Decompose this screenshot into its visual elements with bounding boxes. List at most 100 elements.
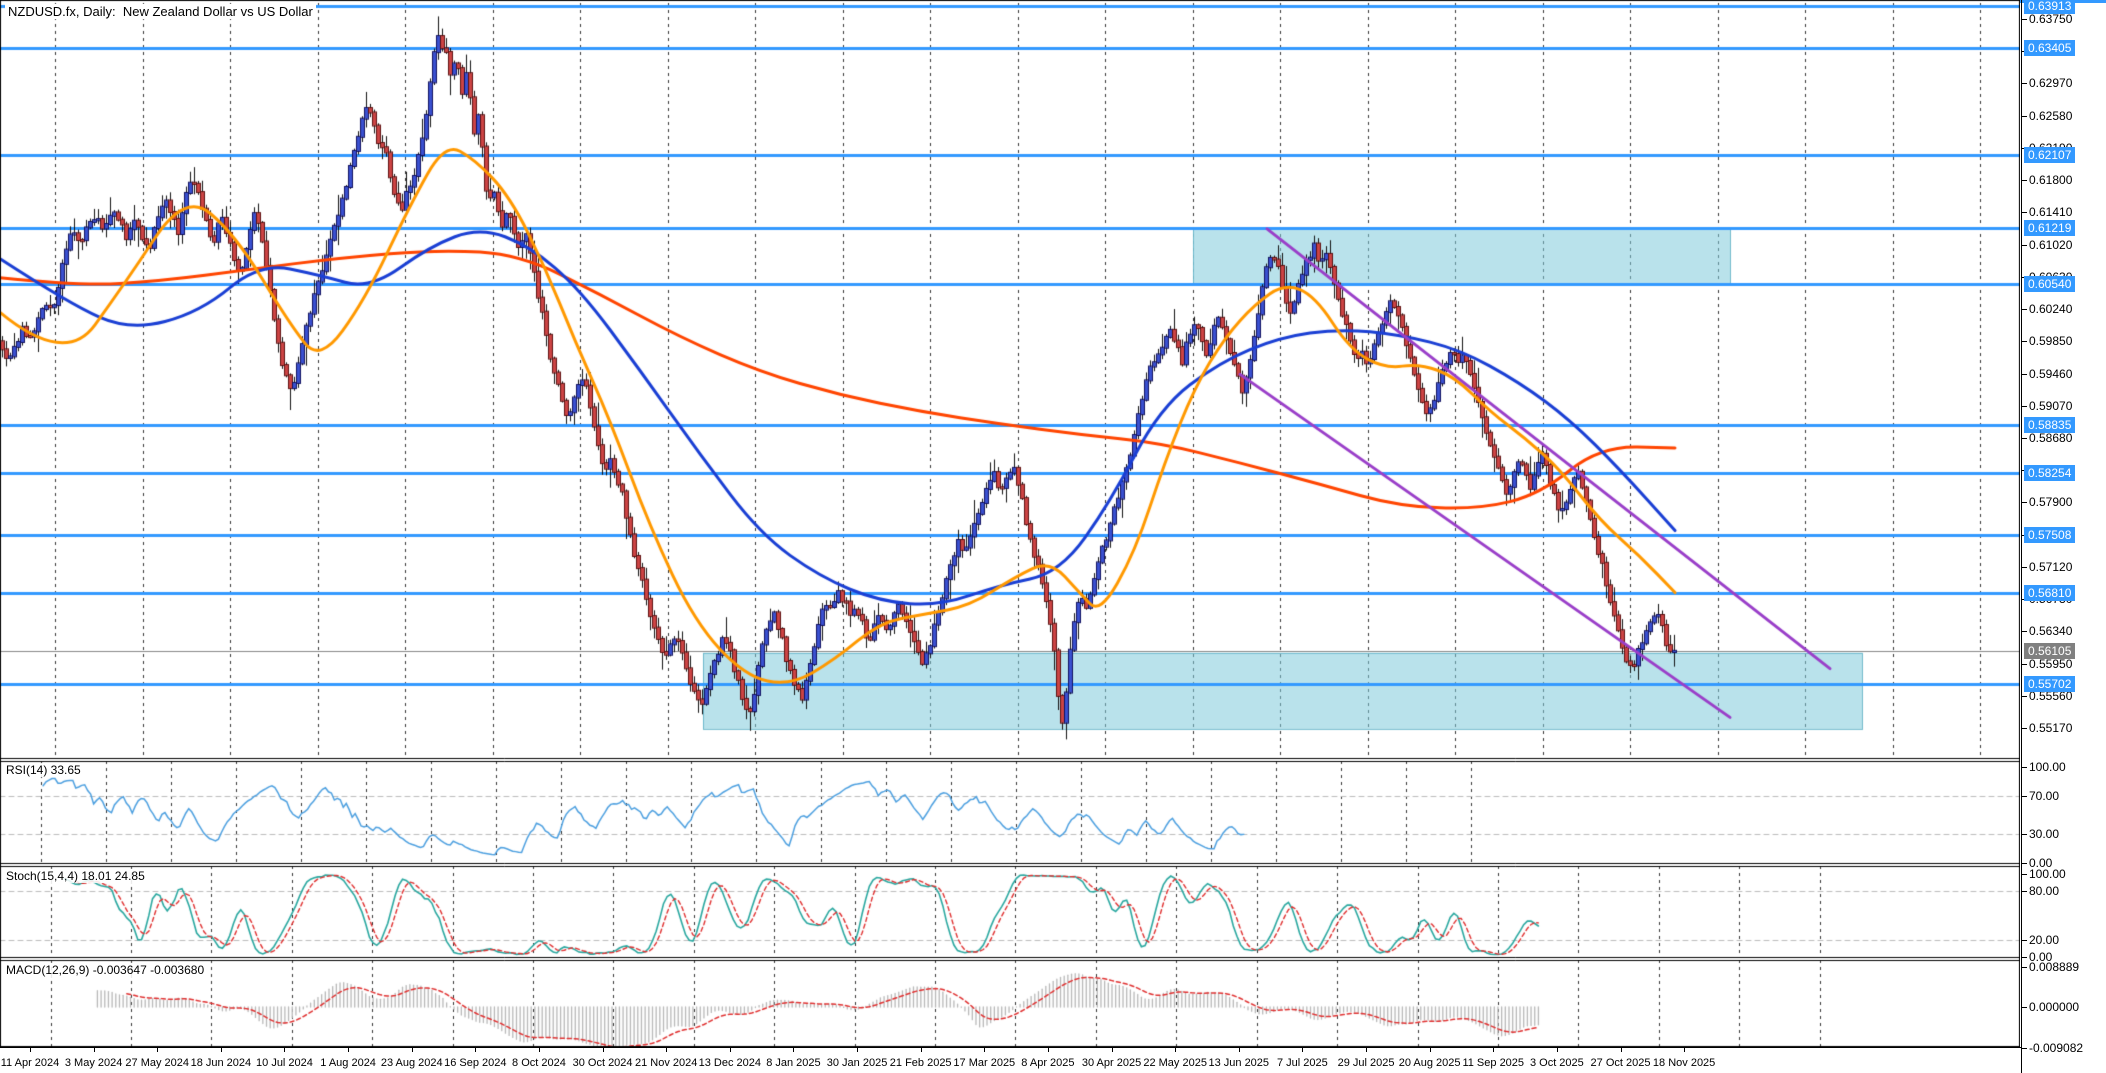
level-price-badge: 0.61219	[2024, 220, 2075, 236]
price-tick-label-tick	[2022, 406, 2027, 407]
macd-tick-label: 0.008889	[2029, 960, 2079, 974]
price-tick-label-tick	[2022, 728, 2027, 729]
price-tick-label: 0.55170	[2029, 721, 2072, 735]
date-tick	[793, 1048, 794, 1052]
stoch-tick-label: 100.00	[2029, 867, 2066, 881]
price-tick-label-tick	[2022, 341, 2027, 342]
level-price-badge: 0.56810	[2024, 585, 2075, 601]
date-tick	[730, 1048, 731, 1052]
price-tick-label: 0.63750	[2029, 12, 2072, 26]
date-tick	[30, 1048, 31, 1052]
macd-tick-label-tick	[2022, 1048, 2027, 1049]
macd-tick-label-tick	[2022, 1007, 2027, 1008]
price-tick-label: 0.61410	[2029, 205, 2072, 219]
rsi-tick-label: 30.00	[2029, 827, 2059, 841]
rsi-tick-label-tick	[2022, 767, 2027, 768]
date-label: 30 Jan 2025	[827, 1057, 888, 1069]
date-tick	[412, 1048, 413, 1052]
price-tick-label: 0.61020	[2029, 238, 2072, 252]
date-label: 30 Apr 2025	[1082, 1057, 1141, 1069]
price-tick-label-tick	[2022, 180, 2027, 181]
date-label: 3 Oct 2025	[1530, 1057, 1584, 1069]
macd-tick-label-tick	[2022, 967, 2027, 968]
macd-tick-label: -0.009082	[2029, 1041, 2083, 1055]
price-tick-label-tick	[2022, 664, 2027, 665]
date-tick	[1621, 1048, 1622, 1052]
level-price-badge: 0.58254	[2024, 465, 2075, 481]
rsi-tick-label: 70.00	[2029, 789, 2059, 803]
level-price-badge: 0.60540	[2024, 276, 2075, 292]
price-tick-label-tick	[2022, 567, 2027, 568]
date-tick	[1239, 1048, 1240, 1052]
date-tick	[221, 1048, 222, 1052]
date-label: 11 Sep 2025	[1462, 1057, 1524, 1069]
date-label: 21 Feb 2025	[890, 1057, 952, 1069]
stoch-tick-label-tick	[2022, 940, 2027, 941]
date-tick	[475, 1048, 476, 1052]
price-tick-label: 0.61800	[2029, 173, 2072, 187]
date-label: 20 Aug 2025	[1399, 1057, 1461, 1069]
macd-tick-label: 0.000000	[2029, 1000, 2079, 1014]
stoch-tick-label-tick	[2022, 874, 2027, 875]
time-axis-line	[0, 1047, 2021, 1048]
date-label: 21 Nov 2024	[635, 1057, 697, 1069]
price-tick-label: 0.59460	[2029, 367, 2072, 381]
price-axis[interactable]: 0.637500.633600.629700.625800.621900.618…	[2021, 0, 2106, 1073]
date-tick	[857, 1048, 858, 1052]
rsi-tick-label: 100.00	[2029, 760, 2066, 774]
date-tick	[1684, 1048, 1685, 1052]
stoch-tick-label-tick	[2022, 891, 2027, 892]
price-tick-label-tick	[2022, 309, 2027, 310]
date-label: 8 Oct 2024	[512, 1057, 566, 1069]
date-tick	[1302, 1048, 1303, 1052]
date-tick	[1557, 1048, 1558, 1052]
date-tick	[921, 1048, 922, 1052]
level-price-badge: 0.55702	[2024, 676, 2075, 692]
date-label: 17 Mar 2025	[953, 1057, 1015, 1069]
date-tick	[94, 1048, 95, 1052]
price-tick-label-tick	[2022, 19, 2027, 20]
price-tick-label: 0.62580	[2029, 109, 2072, 123]
date-label: 23 Aug 2024	[381, 1057, 443, 1069]
trading-chart-window: { "header": { "title": "NZDUSD.fx, Daily…	[0, 0, 2106, 1073]
date-label: 16 Sep 2024	[444, 1057, 506, 1069]
chart-canvas[interactable]	[0, 0, 2020, 1047]
date-label: 13 Jun 2025	[1208, 1057, 1269, 1069]
price-tick-label: 0.59850	[2029, 334, 2072, 348]
date-tick	[1175, 1048, 1176, 1052]
chart-title: NZDUSD.fx, Daily: New Zealand Dollar vs …	[5, 4, 316, 19]
rsi-label: RSI(14) 33.65	[4, 763, 83, 777]
rsi-tick-label-tick	[2022, 834, 2027, 835]
date-tick	[348, 1048, 349, 1052]
price-tick-label-tick	[2022, 502, 2027, 503]
date-label: 29 Jul 2025	[1338, 1057, 1395, 1069]
level-price-badge: 0.63913	[2024, 0, 2075, 14]
price-tick-label: 0.57120	[2029, 560, 2072, 574]
date-tick	[1048, 1048, 1049, 1052]
date-label: 1 Aug 2024	[320, 1057, 376, 1069]
date-tick	[1112, 1048, 1113, 1052]
date-label: 18 Nov 2025	[1653, 1057, 1715, 1069]
stoch-tick-label: 80.00	[2029, 884, 2059, 898]
stoch-tick-label-tick	[2022, 957, 2027, 958]
date-tick	[157, 1048, 158, 1052]
date-tick	[1430, 1048, 1431, 1052]
level-price-badge: 0.58835	[2024, 417, 2075, 433]
date-tick	[1366, 1048, 1367, 1052]
date-tick	[603, 1048, 604, 1052]
date-label: 27 May 2024	[125, 1057, 189, 1069]
date-tick	[539, 1048, 540, 1052]
price-tick-label: 0.60240	[2029, 302, 2072, 316]
price-tick-label-tick	[2022, 438, 2027, 439]
stoch-label: Stoch(15,4,4) 18.01 24.85	[4, 869, 147, 883]
price-tick-label: 0.59070	[2029, 399, 2072, 413]
price-tick-label-tick	[2022, 374, 2027, 375]
date-label: 18 Jun 2024	[191, 1057, 252, 1069]
date-label: 13 Dec 2024	[699, 1057, 761, 1069]
macd-label: MACD(12,26,9) -0.003647 -0.003680	[4, 963, 206, 977]
date-tick	[284, 1048, 285, 1052]
date-label: 11 Apr 2024	[1, 1057, 60, 1069]
date-tick	[666, 1048, 667, 1052]
price-tick-label: 0.62970	[2029, 76, 2072, 90]
rsi-tick-label-tick	[2022, 796, 2027, 797]
